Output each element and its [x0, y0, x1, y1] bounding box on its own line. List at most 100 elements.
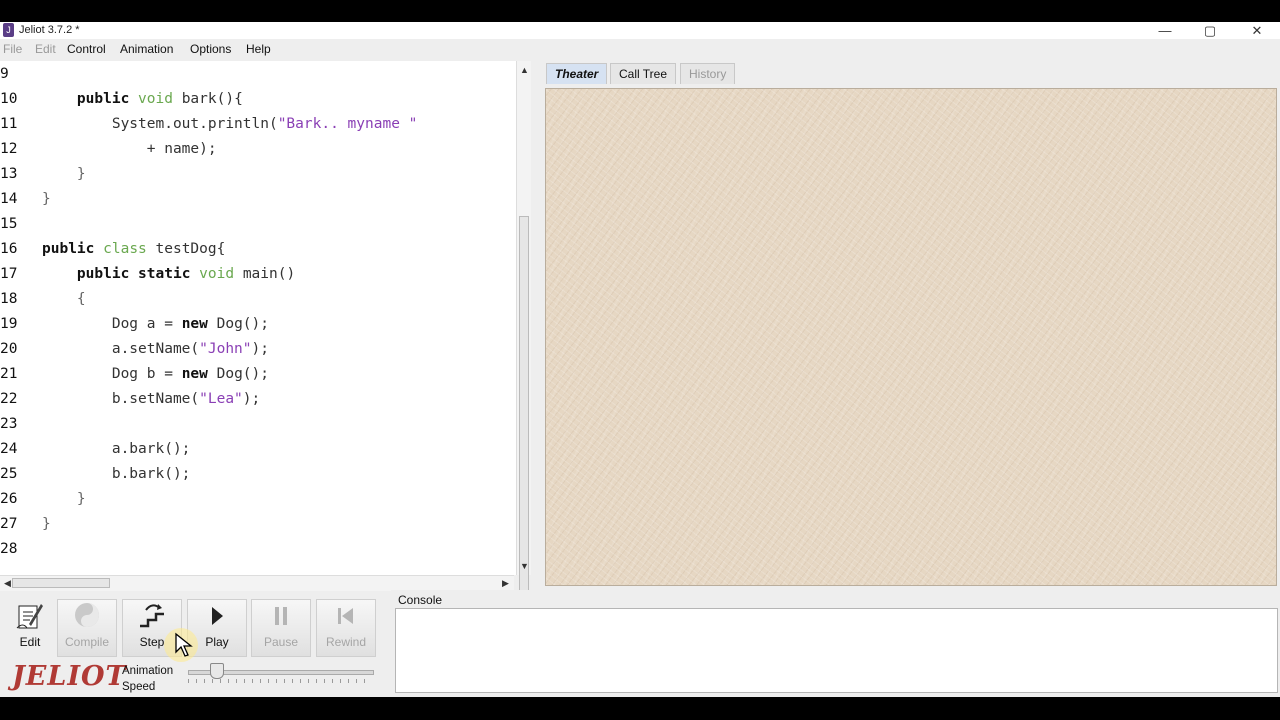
mouse-pointer-icon — [174, 632, 200, 658]
code-line[interactable]: 27} — [0, 512, 516, 537]
code-line[interactable]: 21 Dog b = new Dog(); — [0, 362, 516, 387]
code-token: a.bark(); — [42, 441, 191, 457]
editor-vertical-scrollbar[interactable]: ▲ ▼ — [516, 61, 532, 611]
code-line[interactable]: 25 b.bark(); — [0, 462, 516, 487]
line-number: 16 — [0, 241, 18, 257]
code-line[interactable]: 13 } — [0, 162, 516, 187]
pause-button[interactable]: Pause — [251, 599, 311, 657]
code-line[interactable]: 23 — [0, 412, 516, 437]
line-number: 9 — [0, 66, 9, 82]
view-tabs: Theater Call Tree History — [543, 61, 1280, 87]
code-token: new — [181, 316, 208, 332]
line-number: 28 — [0, 541, 18, 557]
code-line[interactable]: 17 public static void main() — [0, 262, 516, 287]
code-line[interactable]: 28 — [0, 537, 516, 562]
tab-call-tree[interactable]: Call Tree — [610, 63, 677, 84]
slider-ticks — [188, 679, 372, 683]
line-number: 13 — [0, 166, 18, 182]
compile-button[interactable]: Compile — [57, 599, 117, 657]
code-line[interactable]: 14} — [0, 187, 516, 212]
code-token: bark(){ — [172, 91, 243, 107]
line-number: 11 — [0, 116, 18, 132]
code-line[interactable]: 24 a.bark(); — [0, 437, 516, 462]
line-number: 18 — [0, 291, 18, 307]
code-token: testDog{ — [146, 241, 226, 257]
menu-help[interactable]: Help — [246, 39, 271, 59]
code-token: public — [76, 266, 130, 282]
code-token: } — [42, 491, 86, 507]
code-line[interactable]: 22 b.setName("Lea"); — [0, 387, 516, 412]
edit-button-label: Edit — [19, 635, 41, 649]
code-line[interactable]: 18 { — [0, 287, 516, 312]
code-line[interactable]: 11 System.out.println("Bark.. myname " — [0, 112, 516, 137]
console-panel: Console — [391, 590, 1280, 697]
horizontal-scroll-thumb[interactable] — [12, 578, 110, 588]
code-token: System.out.println( — [42, 116, 278, 132]
menu-animation[interactable]: Animation — [120, 39, 173, 59]
code-line[interactable]: 12 + name); — [0, 137, 516, 162]
code-token: Dog(); — [207, 316, 269, 332]
code-token: a.setName( — [42, 341, 200, 357]
line-number: 26 — [0, 491, 18, 507]
code-line[interactable]: 10 public void bark(){ — [0, 87, 516, 112]
tab-history[interactable]: History — [680, 63, 736, 84]
vertical-scroll-thumb[interactable] — [519, 216, 529, 611]
line-number: 27 — [0, 516, 18, 532]
menu-options[interactable]: Options — [190, 39, 231, 59]
console-label: Console — [398, 593, 443, 607]
editor-horizontal-scrollbar[interactable]: ◀ ▶ — [0, 575, 514, 591]
code-token: Dog b = — [42, 366, 182, 382]
pause-icon — [252, 600, 310, 634]
maximize-icon[interactable]: ▢ — [1195, 22, 1225, 39]
animation-speed-slider[interactable] — [209, 663, 224, 679]
code-line[interactable]: 19 Dog a = new Dog(); — [0, 312, 516, 337]
code-token: Dog a = — [42, 316, 182, 332]
scroll-right-icon[interactable]: ▶ — [498, 576, 513, 590]
code-line[interactable]: 9 — [0, 62, 516, 87]
code-token: public — [42, 241, 95, 257]
jeliot-logo: JELIOT — [12, 661, 127, 692]
line-number: 12 — [0, 141, 18, 157]
line-number: 20 — [0, 341, 18, 357]
code-token: public — [76, 91, 130, 107]
window-title: Jeliot 3.7.2 * — [19, 24, 80, 36]
code-line[interactable]: 20 a.setName("John"); — [0, 337, 516, 362]
edit-button[interactable]: Edit — [0, 599, 60, 657]
code-token: b.setName( — [42, 391, 200, 407]
console-output[interactable] — [395, 608, 1278, 693]
line-number: 25 — [0, 466, 18, 482]
close-icon[interactable]: ✕ — [1242, 22, 1272, 39]
compile-icon — [58, 600, 116, 634]
line-number: 10 — [0, 91, 18, 107]
code-line[interactable]: 26 } — [0, 487, 516, 512]
rewind-button[interactable]: Rewind — [316, 599, 376, 657]
line-number: 22 — [0, 391, 18, 407]
code-line[interactable]: 16 public class testDog{ — [0, 237, 516, 262]
line-number: 19 — [0, 316, 18, 332]
scroll-down-icon[interactable]: ▼ — [517, 559, 532, 573]
code-line[interactable]: 15 — [0, 212, 516, 237]
code-token: ); — [242, 391, 261, 407]
menu-control[interactable]: Control — [67, 39, 106, 59]
menu-edit[interactable]: Edit — [35, 39, 56, 59]
scroll-up-icon[interactable]: ▲ — [517, 63, 532, 77]
line-number: 15 — [0, 216, 18, 232]
minimize-icon[interactable]: — — [1150, 22, 1180, 39]
pane-splitter[interactable] — [531, 61, 543, 590]
line-number: 21 — [0, 366, 18, 382]
code-token: } — [42, 191, 51, 207]
pause-button-label: Pause — [263, 635, 299, 649]
code-editor[interactable]: 9 10 public void bark(){11 System.out.pri… — [0, 61, 516, 575]
theater-canvas[interactable] — [545, 88, 1277, 586]
animation-speed-label: Animation Speed — [122, 663, 173, 695]
menu-file[interactable]: File — [3, 39, 22, 59]
tab-theater[interactable]: Theater — [546, 63, 608, 84]
code-token: main() — [234, 266, 296, 282]
rewind-button-label: Rewind — [325, 635, 367, 649]
